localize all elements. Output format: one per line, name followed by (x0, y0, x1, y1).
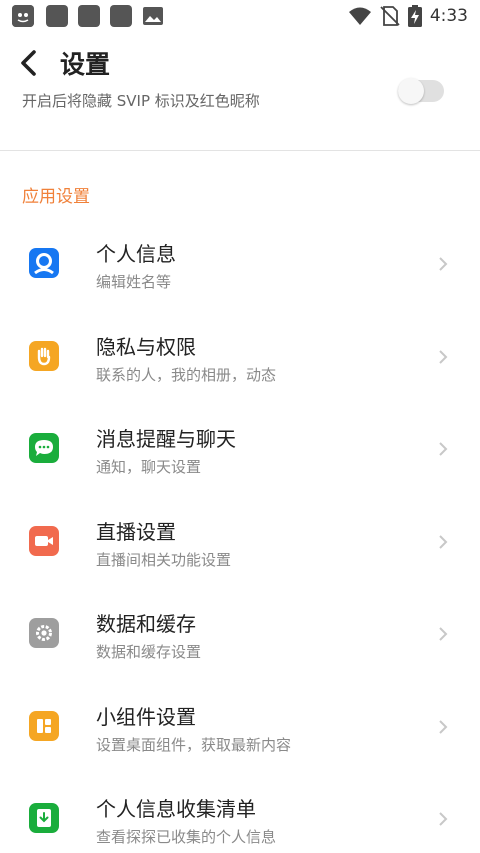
status-time: 4:33 (429, 6, 468, 26)
settings-item-privacy[interactable]: 隐私与权限 联系的人，我的相册，动态 (0, 318, 480, 410)
settings-item-widgets[interactable]: 小组件设置 设置桌面组件，获取最新内容 (0, 688, 480, 780)
settings-item-data-cache[interactable]: 数据和缓存 数据和缓存设置 (0, 595, 480, 687)
settings-item-live[interactable]: 直播设置 直播间相关功能设置 (0, 503, 480, 595)
chevron-right-icon (439, 812, 448, 826)
item-subtitle: 通知，聊天设置 (96, 458, 202, 476)
video-camera-icon (29, 526, 59, 556)
back-button[interactable] (14, 47, 46, 79)
chat-icon (29, 433, 59, 463)
settings-item-messages[interactable]: 消息提醒与聊天 通知，聊天设置 (0, 410, 480, 502)
section-header-app-settings: 应用设置 (22, 187, 90, 207)
user-icon (29, 248, 59, 278)
status-bar: 4:33 (0, 0, 480, 33)
gear-icon (29, 618, 59, 648)
divider (0, 150, 480, 151)
item-subtitle: 联系的人，我的相册，动态 (96, 366, 277, 384)
item-subtitle: 设置桌面组件，获取最新内容 (96, 736, 292, 754)
chevron-right-icon (439, 442, 448, 456)
item-title: 小组件设置 (96, 705, 196, 729)
chevron-right-icon (439, 627, 448, 641)
item-subtitle: 编辑姓名等 (96, 273, 172, 291)
item-title: 个人信息 (96, 242, 176, 266)
item-title: 消息提醒与聊天 (96, 427, 236, 451)
no-sim-icon (380, 6, 400, 26)
square-notification-icon (78, 5, 100, 27)
item-title: 数据和缓存 (96, 612, 196, 636)
square-notification-icon (46, 5, 68, 27)
app-notification-icon (12, 5, 34, 27)
item-title: 个人信息收集清单 (96, 797, 256, 821)
chevron-right-icon (439, 535, 448, 549)
settings-item-personal-info[interactable]: 个人信息 编辑姓名等 (0, 225, 480, 317)
page-title: 设置 (60, 50, 111, 79)
chevron-right-icon (439, 350, 448, 364)
back-arrow-icon (21, 50, 36, 76)
toggle-knob (398, 78, 424, 104)
hand-icon (29, 341, 59, 371)
hide-svip-description: 开启后将隐藏 SVIP 标识及红色昵称 (22, 92, 260, 110)
settings-item-collected-info[interactable]: 个人信息收集清单 查看探探已收集的个人信息 (0, 780, 480, 853)
image-notification-icon (142, 5, 164, 27)
item-title: 隐私与权限 (96, 335, 196, 359)
wifi-icon (349, 7, 371, 25)
download-list-icon (29, 803, 59, 833)
square-notification-icon (110, 5, 132, 27)
widget-icon (29, 711, 59, 741)
item-subtitle: 数据和缓存设置 (96, 643, 202, 661)
item-subtitle: 查看探探已收集的个人信息 (96, 828, 277, 846)
battery-charging-icon (408, 5, 422, 27)
item-subtitle: 直播间相关功能设置 (96, 551, 232, 569)
chevron-right-icon (439, 720, 448, 734)
chevron-right-icon (439, 257, 448, 271)
item-title: 直播设置 (96, 520, 176, 544)
